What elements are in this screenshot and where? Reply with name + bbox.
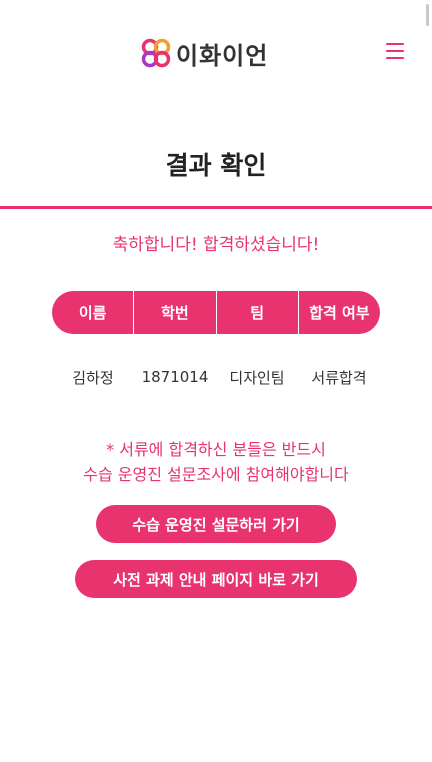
survey-button[interactable]: 수습 운영진 설문하러 가기 [96, 505, 336, 543]
result-table-row: 김하정 1871014 디자인팀 서류합격 [52, 364, 380, 390]
cell-name: 김하정 [72, 368, 114, 387]
logo-text: 이화이언 [176, 41, 269, 70]
site-logo[interactable]: 이화이언 [140, 36, 268, 70]
assignment-info-button[interactable]: 사전 과제 안내 페이지 바로 가기 [75, 560, 357, 598]
notice-line-1: * 서류에 합격하신 분들은 반드시 [106, 440, 326, 459]
ewhaian-flower-logo-icon [141, 38, 171, 68]
result-table-header: 이름 학번 팀 합격 여부 [52, 291, 380, 334]
page-title: 결과 확인 [165, 151, 267, 180]
cell-student-id: 1871014 [141, 368, 209, 386]
cell-team: 디자인팀 [229, 368, 285, 387]
header-student-id: 학번 [134, 291, 217, 334]
header-team: 팀 [217, 291, 299, 334]
header-name: 이름 [52, 291, 135, 334]
cell-result: 서류합격 [311, 368, 367, 387]
notice-line-2: 수습 운영진 설문조사에 참여해야합니다 [83, 465, 349, 484]
survey-notice: * 서류에 합격하신 분들은 반드시 수습 운영진 설문조사에 참여해야합니다 [0, 437, 432, 487]
title-divider [0, 206, 432, 209]
site-header: 이화이언 [0, 0, 432, 100]
header-result: 합격 여부 [309, 304, 370, 322]
hamburger-menu-icon[interactable] [386, 43, 406, 61]
congratulations-message: 축하합니다! 합격하셨습니다! [112, 235, 320, 255]
